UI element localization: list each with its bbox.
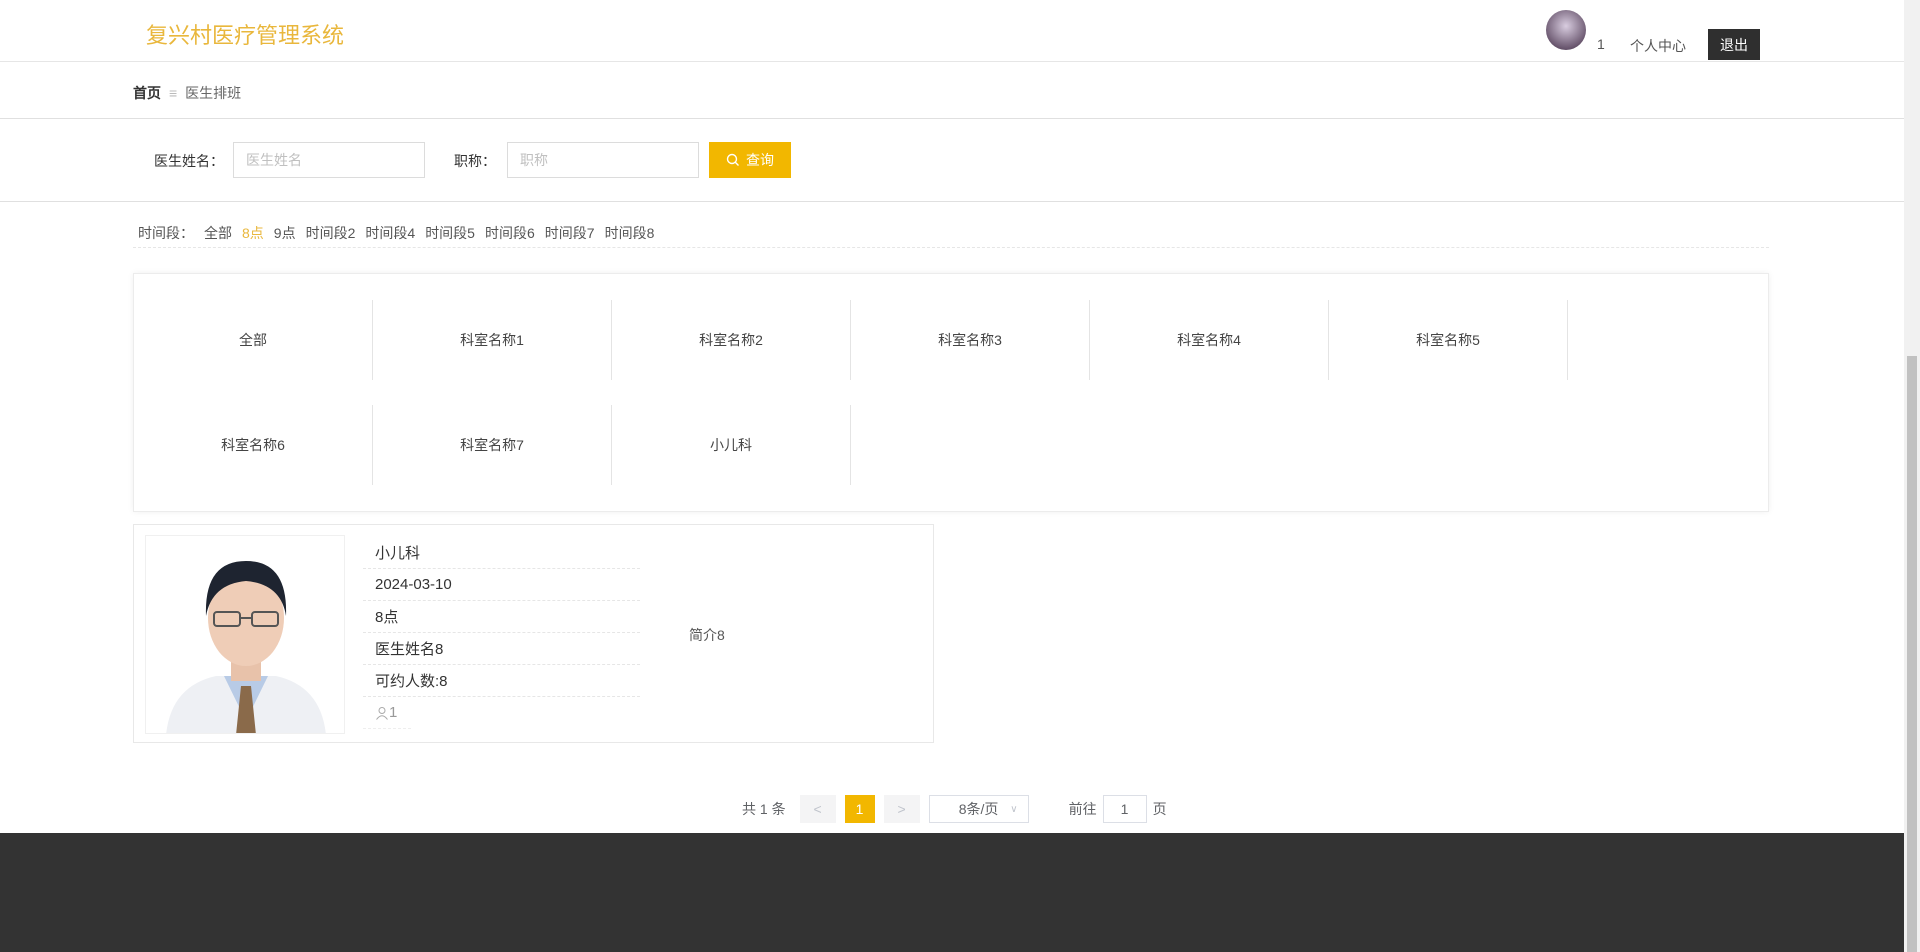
top-header: 复兴村医疗管理系统 1 个人中心 退出: [0, 0, 1904, 62]
schedule-card[interactable]: 小儿科 2024-03-10 8点 医生姓名8 可约人数:8 1 简介8: [133, 524, 934, 743]
department-all[interactable]: 全部: [134, 300, 373, 380]
search-button-label: 查询: [746, 152, 774, 168]
department-item[interactable]: 科室名称5: [1329, 300, 1568, 380]
department-filter: 全部 科室名称1 科室名称2 科室名称3 科室名称4 科室名称5 科室名称6 科…: [133, 273, 1769, 512]
page-1-button[interactable]: 1: [844, 795, 875, 823]
user-icon: [376, 706, 388, 720]
divider: [133, 247, 1769, 248]
breadcrumb: 首页 ≡ 医生排班: [133, 83, 241, 103]
scrollbar-thumb[interactable]: [1907, 356, 1917, 952]
schedule-date: 2024-03-10: [363, 569, 640, 601]
search-icon: [726, 153, 739, 166]
avatar[interactable]: [1546, 10, 1586, 50]
divider: [0, 118, 1904, 119]
chevron-down-icon: ∨: [1010, 803, 1018, 815]
department-item[interactable]: 科室名称7: [373, 405, 612, 485]
page-suffix: 页: [1152, 801, 1167, 817]
footer: [0, 833, 1904, 952]
booked-value: 1: [389, 704, 398, 721]
booked-count: 1: [363, 697, 411, 729]
time-slot-9[interactable]: 9点: [274, 223, 296, 243]
breadcrumb-current: 医生排班: [185, 85, 242, 101]
doctor-name-input[interactable]: [233, 142, 425, 178]
schedule-time: 8点: [363, 601, 640, 633]
prev-page-button[interactable]: <: [799, 795, 836, 823]
department-name: 小儿科: [363, 537, 640, 569]
time-slot-filter: 时间段： 全部 8点 9点 时间段2 时间段4 时间段5 时间段6 时间段7 时…: [138, 223, 654, 243]
time-slot-label: 时间段：: [138, 225, 194, 241]
breadcrumb-separator-icon: ≡: [169, 85, 178, 101]
time-slot-all[interactable]: 全部: [204, 223, 232, 243]
time-slot-6[interactable]: 时间段6: [485, 223, 535, 243]
time-slot-8[interactable]: 8点: [242, 223, 264, 243]
doctor-intro: 简介8: [689, 627, 725, 643]
schedule-info: 小儿科 2024-03-10 8点 医生姓名8 可约人数:8 1: [363, 537, 640, 729]
doctor-name-label: 医生姓名：: [154, 153, 224, 169]
search-button[interactable]: 查询: [709, 142, 791, 178]
page-size-value: 8条/页: [958, 801, 999, 817]
doctor-photo: [145, 535, 345, 734]
department-item[interactable]: 科室名称1: [373, 300, 612, 380]
username: 1: [1597, 36, 1605, 52]
capacity: 可约人数:8: [363, 665, 640, 697]
time-slot-7[interactable]: 时间段7: [545, 223, 595, 243]
department-item[interactable]: 科室名称3: [851, 300, 1090, 380]
goto-page-input[interactable]: 1: [1102, 795, 1147, 823]
total-count: 共 1 条: [742, 801, 786, 817]
time-slot-2[interactable]: 时间段2: [306, 223, 356, 243]
time-slot-8b[interactable]: 时间段8: [605, 223, 655, 243]
goto-label: 前往: [1068, 801, 1097, 817]
page-size-select[interactable]: 8条/页 ∨: [928, 795, 1029, 823]
divider: [0, 201, 1904, 202]
title-input[interactable]: [507, 142, 699, 178]
department-item[interactable]: 科室名称6: [134, 405, 373, 485]
profile-link[interactable]: 个人中心: [1630, 36, 1686, 56]
pagination: 共 1 条 < 1 > 8条/页 ∨ 前往 1 页: [742, 795, 1167, 823]
doctor-name: 医生姓名8: [363, 633, 640, 665]
time-slot-5[interactable]: 时间段5: [425, 223, 475, 243]
department-item[interactable]: 科室名称4: [1090, 300, 1329, 380]
time-slot-4[interactable]: 时间段4: [365, 223, 415, 243]
site-title: 复兴村医疗管理系统: [146, 23, 345, 48]
title-label: 职称：: [454, 153, 496, 169]
logout-button[interactable]: 退出: [1708, 29, 1760, 60]
breadcrumb-home[interactable]: 首页: [133, 85, 161, 101]
next-page-button[interactable]: >: [883, 795, 920, 823]
department-item[interactable]: 科室名称2: [612, 300, 851, 380]
department-item[interactable]: 小儿科: [612, 405, 851, 485]
